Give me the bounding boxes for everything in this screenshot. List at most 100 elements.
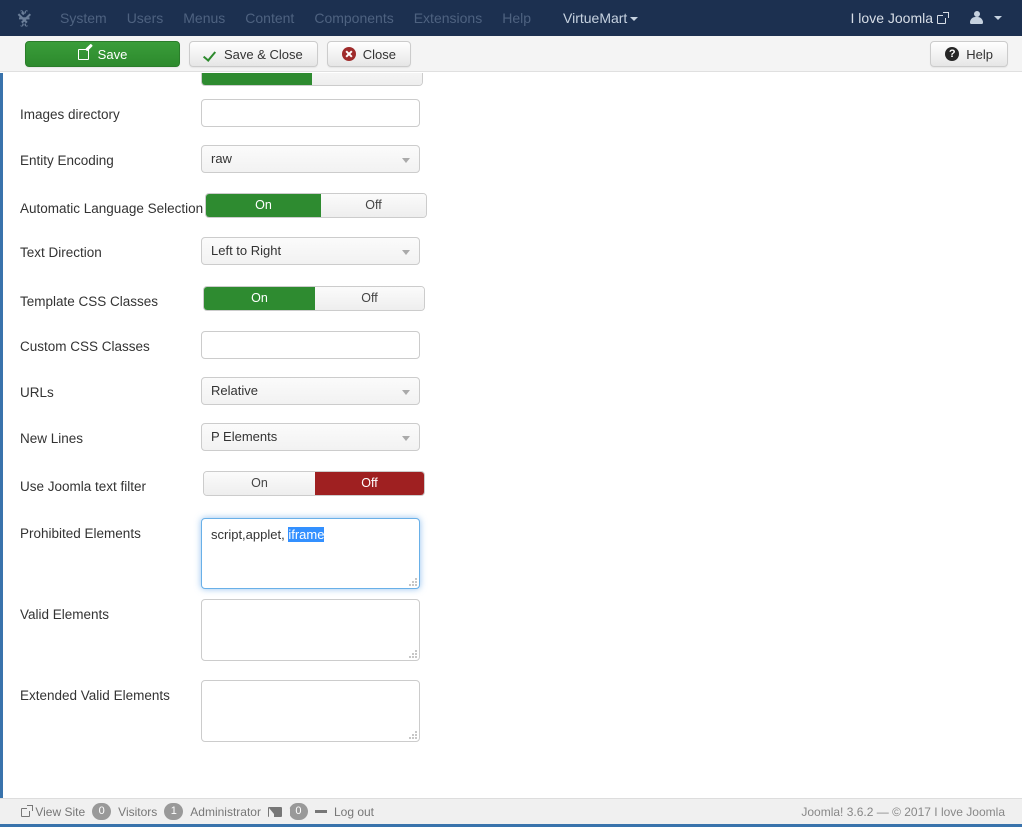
caret-down-icon xyxy=(994,15,1002,20)
field-label: Automatic Language Selection xyxy=(20,201,204,216)
view-site-link[interactable]: View Site xyxy=(17,804,86,819)
field-control: P Elements xyxy=(201,423,420,451)
field-control: script,applet, iframe xyxy=(201,518,420,589)
menu-item-label: Extensions xyxy=(413,10,483,26)
logout-link[interactable]: Log out xyxy=(334,805,374,819)
user-menu-button[interactable] xyxy=(956,11,1008,25)
menu-item-label: System xyxy=(60,10,107,26)
menu-item-label: Content xyxy=(245,10,295,26)
field-control: On Off xyxy=(203,286,425,311)
form-row-custom-css-classes: Custom CSS Classes xyxy=(3,331,1022,377)
footer-left-group: View Site 0 Visitors 1 Administrator 0 L… xyxy=(0,803,374,820)
field-control xyxy=(201,599,420,661)
field-label: New Lines xyxy=(20,431,84,446)
custom-css-classes-input[interactable] xyxy=(201,331,420,359)
menu-item-menus[interactable]: Menus xyxy=(173,0,235,36)
toggle-off-option[interactable]: Off xyxy=(315,287,424,310)
field-label: Entity Encoding xyxy=(20,153,114,168)
toggle-on-option[interactable]: On xyxy=(206,194,321,217)
form-row-extended-valid-elements: Extended Valid Elements xyxy=(3,680,1022,760)
joomla-brand-button[interactable] xyxy=(0,0,50,36)
field-label: URLs xyxy=(20,385,54,400)
form-row-use-joomla-text-filter: Use Joomla text filter On Off xyxy=(3,471,1022,517)
menu-item-content[interactable]: Content xyxy=(235,0,304,36)
prohibited-elements-textarea[interactable]: script,applet, iframe xyxy=(201,518,420,589)
action-toolbar: Save Save & Close Close ? Help xyxy=(0,36,1022,72)
menu-item-label: Menus xyxy=(183,10,226,26)
prohibited-elements-text: script,applet, xyxy=(211,527,289,542)
form-row-prohibited-elements: Prohibited Elements script,applet, ifram… xyxy=(3,518,1022,598)
field-control: On Off xyxy=(203,471,425,496)
visitors-label: Visitors xyxy=(118,804,158,819)
menu-item-components[interactable]: Components xyxy=(304,0,403,36)
menu-item-help[interactable]: Help xyxy=(492,0,541,36)
copyright-text: Joomla! 3.6.2 — © 2017 I love Joomla xyxy=(801,804,1005,819)
template-css-classes-toggle[interactable]: On Off xyxy=(203,286,425,311)
menu-item-system[interactable]: System xyxy=(50,0,117,36)
mail-icon[interactable] xyxy=(267,806,290,820)
save-and-close-button[interactable]: Save & Close xyxy=(189,41,318,67)
field-label: Valid Elements xyxy=(20,607,110,622)
save-button[interactable]: Save xyxy=(25,41,180,67)
menu-item-label: Users xyxy=(126,10,164,26)
help-button-label: Help xyxy=(966,46,993,62)
user-icon xyxy=(970,11,983,25)
toggle-off-option[interactable]: Off xyxy=(315,472,424,495)
text-direction-select[interactable]: Left to Right xyxy=(201,237,420,265)
entity-encoding-select[interactable]: raw xyxy=(201,145,420,173)
new-lines-select[interactable]: P Elements xyxy=(201,423,420,451)
joomla-logo-icon xyxy=(17,9,31,27)
entity-encoding-value: raw xyxy=(211,151,232,166)
toolbar-button-group: Save Save & Close Close xyxy=(25,41,412,67)
toggle-on-option[interactable]: On xyxy=(204,287,315,310)
resize-handle[interactable] xyxy=(406,728,417,739)
field-control: Relative xyxy=(201,377,420,405)
resize-handle[interactable] xyxy=(406,647,417,658)
prohibited-elements-selected-text: iframe xyxy=(288,527,325,542)
navbar-right-group: I love Joomla xyxy=(843,0,1022,36)
field-control xyxy=(201,680,420,742)
chevron-down-icon xyxy=(402,436,410,441)
chevron-down-icon xyxy=(402,250,410,255)
urls-value: Relative xyxy=(211,383,258,398)
images-directory-input[interactable] xyxy=(201,99,420,127)
resize-handle[interactable] xyxy=(406,575,417,586)
clipped-toggle-above[interactable] xyxy=(201,73,423,86)
form-row-text-direction: Text Direction Left to Right xyxy=(3,237,1022,283)
chevron-down-icon xyxy=(402,158,410,163)
menu-item-virtuemart[interactable]: VirtueMart xyxy=(553,0,646,36)
use-joomla-text-filter-toggle[interactable]: On Off xyxy=(203,471,425,496)
save-and-close-button-label: Save & Close xyxy=(224,46,303,62)
menu-item-extensions[interactable]: Extensions xyxy=(404,0,492,36)
clipped-toggle-on[interactable] xyxy=(202,73,312,85)
urls-select[interactable]: Relative xyxy=(201,377,420,405)
form-row-urls: URLs Relative xyxy=(3,377,1022,423)
site-name-label: I love Joomla xyxy=(850,10,933,26)
administrators-count-badge: 1 xyxy=(164,803,184,820)
help-button[interactable]: ? Help xyxy=(930,41,1008,67)
circle-x-icon xyxy=(341,47,356,61)
field-control xyxy=(201,331,420,359)
close-button[interactable]: Close xyxy=(326,41,412,67)
chevron-down-icon xyxy=(402,390,410,395)
field-label: Template CSS Classes xyxy=(20,294,159,309)
form-row-valid-elements: Valid Elements xyxy=(3,599,1022,679)
form-row-automatic-language-selection: Automatic Language Selection On Off xyxy=(3,193,1022,239)
toggle-off-option[interactable]: Off xyxy=(321,194,426,217)
site-name-link[interactable]: I love Joomla xyxy=(843,0,956,36)
extended-valid-elements-textarea[interactable] xyxy=(201,680,420,742)
form-row-new-lines: New Lines P Elements xyxy=(3,423,1022,469)
form-row-entity-encoding: Entity Encoding raw xyxy=(3,145,1022,191)
form-row-template-css-classes: Template CSS Classes On Off xyxy=(3,286,1022,332)
menu-item-label: Help xyxy=(502,10,531,26)
menu-item-label: VirtueMart xyxy=(563,10,628,26)
automatic-language-selection-toggle[interactable]: On Off xyxy=(205,193,427,218)
toggle-on-option[interactable]: On xyxy=(204,472,315,495)
settings-form-panel: Images directory Entity Encoding raw Aut… xyxy=(0,73,1022,798)
clipped-toggle-off[interactable] xyxy=(312,73,422,85)
top-navbar: System Users Menus Content Components Ex… xyxy=(0,0,1022,36)
valid-elements-textarea[interactable] xyxy=(201,599,420,661)
field-control: raw xyxy=(201,145,420,173)
view-site-label: View Site xyxy=(35,804,86,819)
menu-item-users[interactable]: Users xyxy=(117,0,174,36)
